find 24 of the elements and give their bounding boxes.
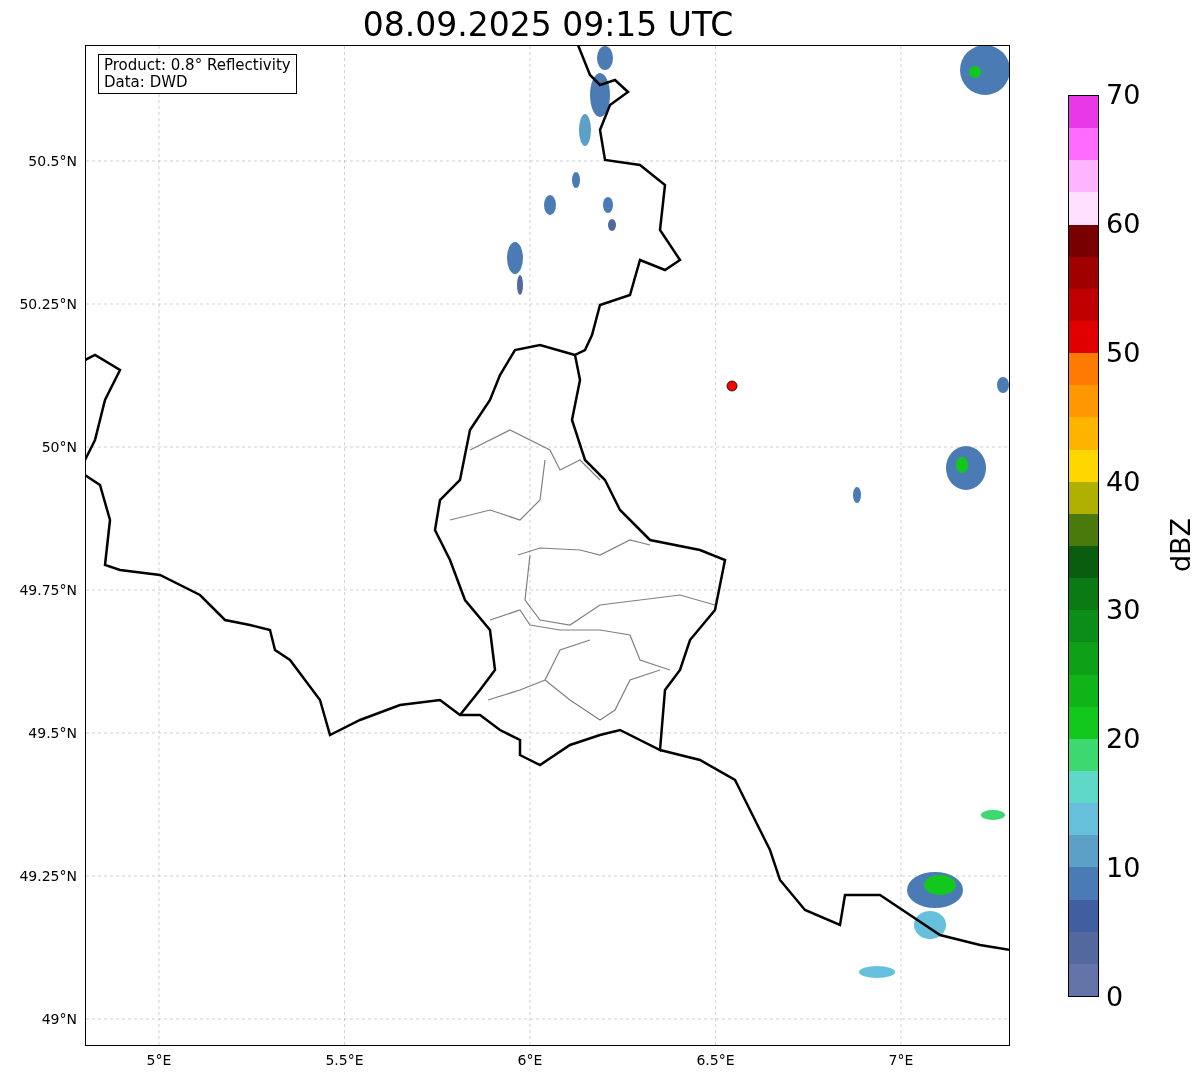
- colorbar-label: dBZ: [1166, 517, 1197, 573]
- legend-text: Product: 0.8° Reflectivity: [104, 57, 291, 74]
- colorbar-tick-label: 20: [1106, 724, 1141, 755]
- latitude-tick-label: 50.25°N: [19, 296, 77, 312]
- colorbar-tick-label: 0: [1106, 982, 1124, 1012]
- longitude-tick-label: 6°E: [517, 1052, 543, 1068]
- legend-text: Data: DWD: [104, 74, 189, 91]
- colorbar-tick-label: 50: [1106, 337, 1141, 368]
- longitude-tick-label: 7°E: [888, 1052, 914, 1068]
- latitude-tick-label: 49.5°N: [28, 725, 77, 741]
- latitude-tick-label: 49.25°N: [19, 868, 77, 884]
- longitude-tick-label: 6.5°E: [696, 1052, 735, 1068]
- chart-title: 08.09.2025 09:15 UTC: [362, 5, 734, 45]
- longitude-tick-label: 5°E: [146, 1052, 172, 1068]
- colorbar-tick-label: 60: [1106, 208, 1141, 239]
- latitude-tick-label: 49.75°N: [19, 582, 77, 598]
- latitude-tick-label: 50.5°N: [28, 153, 77, 169]
- longitude-tick-label: 5.5°E: [325, 1052, 364, 1068]
- colorbar-tick-label: 30: [1106, 595, 1141, 626]
- latitude-tick-label: 50°N: [41, 439, 77, 455]
- colorbar-tick-label: 10: [1106, 853, 1141, 884]
- colorbar-tick-label: 40: [1106, 466, 1141, 497]
- latitude-tick-label: 49°N: [41, 1011, 77, 1027]
- colorbar-tick-label: 70: [1106, 80, 1141, 110]
